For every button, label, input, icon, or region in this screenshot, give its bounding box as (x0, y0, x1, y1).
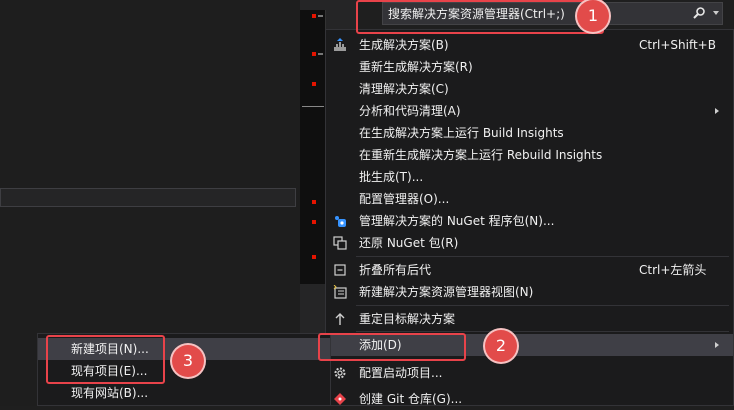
menu-item-configuration-manager[interactable]: 配置管理器(O)... (326, 188, 733, 210)
menu-item-configure-startup[interactable]: 配置启动项目... (326, 362, 733, 384)
build-icon (334, 38, 346, 51)
step-badge-2: 2 (485, 330, 517, 362)
menu-item-label: 管理解决方案的 NuGet 程序包(N)... (359, 214, 555, 228)
menu-item-label: 还原 NuGet 包(R) (359, 236, 459, 250)
menu-item-rebuild-solution[interactable]: 重新生成解决方案(R) (326, 56, 733, 78)
chevron-down-icon[interactable] (713, 11, 719, 15)
menu-item-label: 清理解决方案(C) (359, 82, 449, 96)
shortcut-text: Ctrl+左箭头 (639, 263, 707, 277)
menu-item-analyze-cleanup[interactable]: 分析和代码清理(A) (326, 100, 733, 122)
menu-item-create-git-repo[interactable]: 创建 Git 仓库(G)... (326, 388, 733, 410)
menu-item-label: 生成解决方案(B) (359, 38, 449, 52)
menu-item-collapse-all[interactable]: 折叠所有后代 Ctrl+左箭头 (326, 259, 733, 281)
menu-item-label: 折叠所有后代 (359, 263, 432, 277)
menu-item-build-insights[interactable]: 在生成解决方案上运行 Build Insights (326, 122, 733, 144)
menu-item-label: 在生成解决方案上运行 Build Insights (359, 126, 564, 140)
menu-item-manage-nuget[interactable]: 管理解决方案的 NuGet 程序包(N)... (326, 210, 733, 232)
menu-item-retarget-solution[interactable]: 重定目标解决方案 (326, 308, 733, 330)
editor-field[interactable] (0, 188, 296, 207)
collapse-icon (334, 264, 346, 276)
menu-item-label: 配置启动项目... (359, 366, 443, 380)
gear-icon (334, 367, 346, 379)
restore-packages-icon (333, 236, 347, 250)
search-icon[interactable] (692, 6, 706, 20)
submenu-item-existing-website[interactable]: 现有网站(B)... (38, 382, 330, 404)
menu-item-batch-build[interactable]: 批生成(T)... (326, 166, 733, 188)
code-map-thumbnail[interactable] (300, 10, 326, 284)
step-badge-1: 1 (577, 0, 609, 32)
menu-item-label: 分析和代码清理(A) (359, 104, 461, 118)
shortcut-text: Ctrl+Shift+B (639, 38, 716, 52)
menu-separator (356, 331, 729, 332)
menu-separator (356, 305, 729, 306)
submenu-arrow-icon (715, 108, 719, 114)
retarget-icon (335, 313, 345, 325)
menu-item-restore-nuget[interactable]: 还原 NuGet 包(R) (326, 232, 733, 254)
callout-box-search (356, 0, 604, 34)
menu-item-label: 批生成(T)... (359, 170, 424, 184)
callout-box-submenu (46, 335, 165, 384)
git-icon (334, 393, 346, 405)
menu-item-rebuild-insights[interactable]: 在重新生成解决方案上运行 Rebuild Insights (326, 144, 733, 166)
menu-item-new-explorer-view[interactable]: 新建解决方案资源管理器视图(N) (326, 281, 733, 303)
submenu-item-label: 现有网站(B)... (71, 386, 149, 400)
nuget-icon (335, 216, 346, 227)
callout-box-add (318, 333, 466, 361)
menu-item-label: 重新生成解决方案(R) (359, 60, 473, 74)
submenu-arrow-icon (715, 342, 719, 348)
menu-item-label: 在重新生成解决方案上运行 Rebuild Insights (359, 148, 603, 162)
menu-item-label: 重定目标解决方案 (359, 312, 456, 326)
new-view-icon (333, 285, 347, 299)
menu-item-build-solution[interactable]: 生成解决方案(B) Ctrl+Shift+B (326, 34, 733, 56)
menu-item-label: 新建解决方案资源管理器视图(N) (359, 285, 534, 299)
menu-item-clean-solution[interactable]: 清理解决方案(C) (326, 78, 733, 100)
step-badge-3: 3 (172, 345, 204, 377)
menu-separator (356, 256, 729, 257)
menu-item-label: 创建 Git 仓库(G)... (359, 392, 463, 406)
menu-item-label: 配置管理器(O)... (359, 192, 450, 206)
